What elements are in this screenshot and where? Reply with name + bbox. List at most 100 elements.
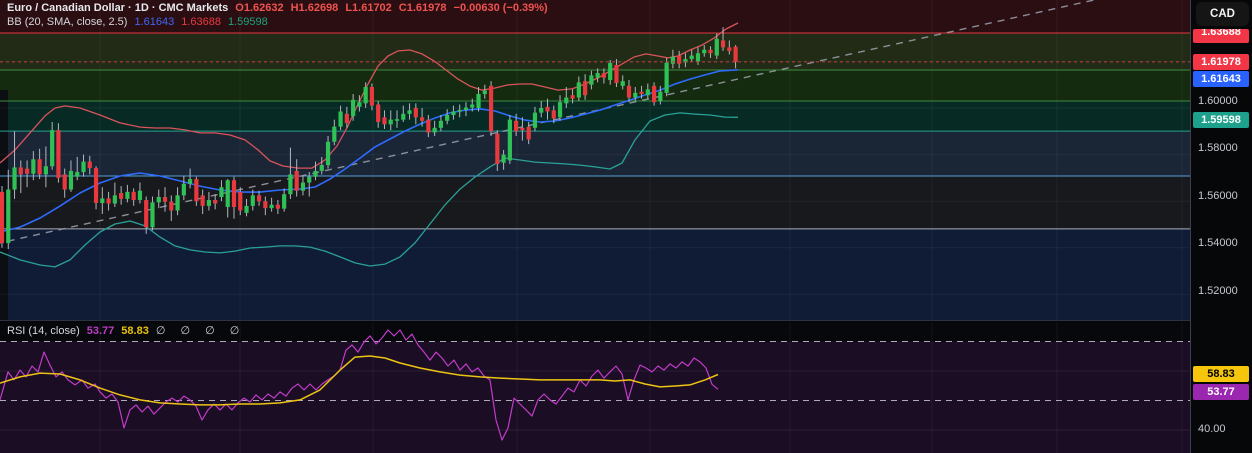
candle-body xyxy=(413,108,418,118)
candle-body xyxy=(639,91,644,95)
candle-body xyxy=(288,174,293,195)
candle-body xyxy=(175,195,180,211)
candle-body xyxy=(626,85,632,98)
candle-body xyxy=(727,47,732,51)
bb-indicator-legend[interactable]: BB (20, SMA, close, 2.5) 1.61643 1.63688… xyxy=(7,16,268,29)
candle-body xyxy=(250,195,255,206)
candle-body xyxy=(162,197,168,202)
price-tick-label: 1.54000 xyxy=(1198,237,1238,249)
rsi-tick-label: 40.00 xyxy=(1198,423,1226,435)
candle-body xyxy=(144,200,149,228)
candle-body xyxy=(482,90,487,95)
candle-body xyxy=(100,198,105,204)
candle-body xyxy=(401,113,406,120)
candle-body xyxy=(608,63,613,81)
candle-body xyxy=(432,127,437,133)
rsi-value: 53.77 xyxy=(86,325,115,337)
trading-app: Euro / Canadian Dollar · 1D · CMC Market… xyxy=(0,0,1252,453)
price-zone xyxy=(0,228,1190,322)
rsi-indicator-legend[interactable]: RSI (14, close) 53.77 58.83 ∅ ∅ ∅ ∅ xyxy=(7,325,245,338)
currency-button[interactable]: CAD xyxy=(1196,2,1249,26)
price-tick-label: 1.52000 xyxy=(1198,285,1238,297)
candle-body xyxy=(150,202,155,228)
candle-body xyxy=(81,161,86,173)
candle-body xyxy=(369,87,375,106)
candle-body xyxy=(188,179,193,184)
candle-body xyxy=(87,161,92,169)
candle-body xyxy=(664,62,669,93)
candle-body xyxy=(43,166,48,175)
ohlc-close: C1.61978 xyxy=(398,2,447,14)
price-axis[interactable]: CAD 1.60000 1.58000 1.56000 1.54000 1.52000 4… xyxy=(1190,0,1252,453)
candle-body xyxy=(470,104,475,108)
candle-body xyxy=(564,97,569,104)
candle-body xyxy=(645,89,650,96)
candle-body xyxy=(325,141,331,166)
price-zone xyxy=(0,101,1190,132)
candle-body xyxy=(488,85,494,132)
candle-body xyxy=(225,180,230,208)
ohlc-high: H1.62698 xyxy=(290,2,339,14)
candle-body xyxy=(520,127,525,131)
candle-body xyxy=(344,113,349,124)
candle-body xyxy=(256,195,262,202)
ohlc-low: L1.61702 xyxy=(345,2,392,14)
bb-middle-badge: 1.61643 xyxy=(1193,71,1249,87)
candle-body xyxy=(670,56,675,64)
ohlc-open: O1.62632 xyxy=(235,2,284,14)
candle-body xyxy=(551,110,556,119)
candle-body xyxy=(576,82,581,98)
last-price-badge: 1.61978 xyxy=(1193,54,1249,70)
candle-body xyxy=(119,193,124,199)
bb-lower-badge: 1.59598 xyxy=(1193,112,1249,128)
candle-body xyxy=(702,49,707,54)
candle-body xyxy=(545,106,550,112)
change-value: −0.00630 (−0.39%) xyxy=(453,2,548,14)
bb-label[interactable]: BB (20, SMA, close, 2.5) xyxy=(7,16,127,29)
candle-body xyxy=(194,179,199,202)
candle-body xyxy=(6,189,11,244)
candle-body xyxy=(357,102,362,107)
candle-body xyxy=(238,191,243,211)
candle-body xyxy=(156,197,161,203)
candle-body xyxy=(18,167,23,175)
candle-body xyxy=(651,85,657,103)
candle-body xyxy=(708,49,713,54)
candle-body xyxy=(501,154,506,163)
candle-body xyxy=(695,53,701,62)
main-chart-svg[interactable] xyxy=(0,0,1190,322)
candle-body xyxy=(495,133,500,164)
candle-body xyxy=(633,92,638,98)
candle-body xyxy=(583,81,588,96)
candle-body xyxy=(200,195,205,206)
candle-body xyxy=(181,183,186,196)
candle-body xyxy=(31,159,36,174)
candle-body xyxy=(532,112,538,128)
candle-body xyxy=(307,176,312,183)
candle-body xyxy=(93,168,99,204)
candle-body xyxy=(507,119,512,161)
candle-body xyxy=(275,204,280,209)
candle-body xyxy=(557,102,563,118)
rsi-pane-svg[interactable] xyxy=(0,322,1190,453)
symbol-legend[interactable]: Euro / Canadian Dollar · 1D · CMC Market… xyxy=(7,2,548,15)
candle-body xyxy=(388,119,393,125)
candle-body xyxy=(0,191,5,244)
candle-body xyxy=(68,170,74,190)
candle-body xyxy=(37,159,42,175)
candle-body xyxy=(514,120,519,132)
candle-body xyxy=(263,201,268,209)
candle-body xyxy=(269,204,274,209)
candle-body xyxy=(351,99,356,117)
candle-body xyxy=(407,110,412,114)
rsi-ma-badge: 58.83 xyxy=(1193,366,1249,382)
rsi-label[interactable]: RSI (14, close) xyxy=(7,325,80,338)
pane-separator[interactable] xyxy=(0,320,1252,322)
candle-body xyxy=(382,117,387,125)
chart-area[interactable]: Euro / Canadian Dollar · 1D · CMC Market… xyxy=(0,0,1190,453)
candle-body xyxy=(445,114,450,121)
candle-body xyxy=(714,38,719,56)
candle-body xyxy=(376,104,381,122)
candle-body xyxy=(438,120,443,128)
symbol-title[interactable]: Euro / Canadian Dollar · 1D · CMC Market… xyxy=(7,2,228,15)
